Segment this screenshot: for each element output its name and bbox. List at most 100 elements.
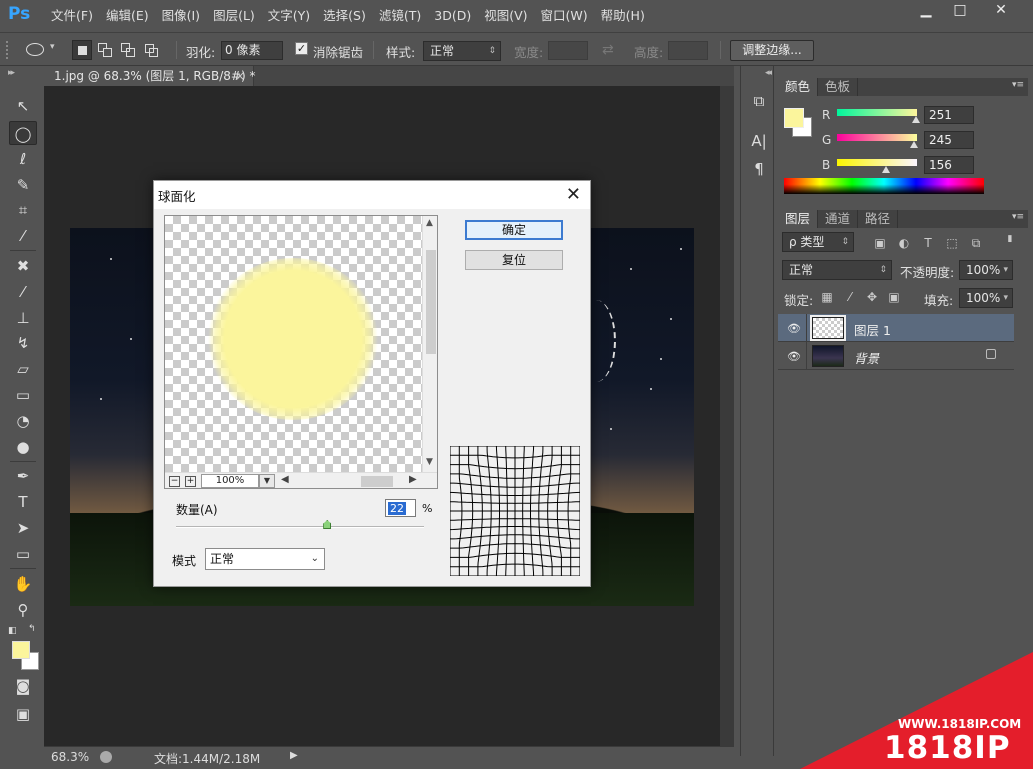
- options-grip-icon[interactable]: [6, 41, 10, 59]
- swap-colors-icon[interactable]: ↰: [28, 624, 36, 634]
- r-value[interactable]: 251: [924, 106, 974, 124]
- move-tool-icon[interactable]: ↖: [9, 94, 37, 118]
- menu-window[interactable]: 窗口(W): [540, 0, 595, 32]
- close-window-button[interactable]: ✕: [979, 0, 1023, 22]
- r-slider[interactable]: [837, 109, 917, 116]
- filter-adjustment-icon[interactable]: ◐: [896, 236, 912, 252]
- b-value[interactable]: 156: [924, 156, 974, 174]
- filter-type-icon[interactable]: T: [920, 236, 936, 252]
- amount-slider[interactable]: [176, 526, 424, 528]
- tool-preset-picker[interactable]: ▾: [22, 40, 62, 60]
- tab-paths[interactable]: 路径: [858, 210, 899, 228]
- gradient-tool-icon[interactable]: ▭: [9, 383, 37, 407]
- tab-layers[interactable]: 图层: [778, 210, 819, 228]
- healing-brush-tool-icon[interactable]: ✖: [9, 254, 37, 278]
- g-value[interactable]: 245: [924, 131, 974, 149]
- type-tool-icon[interactable]: T: [9, 490, 37, 514]
- tab-channels[interactable]: 通道: [818, 210, 859, 228]
- menu-view[interactable]: 视图(V): [483, 0, 534, 32]
- visibility-eye-icon[interactable]: 👁: [787, 350, 801, 363]
- paragraph-panel-icon[interactable]: ¶: [749, 160, 769, 180]
- g-slider[interactable]: [837, 134, 917, 141]
- filter-toggle-icon[interactable]: ▮: [1002, 234, 1018, 250]
- amount-slider-knob[interactable]: [323, 520, 332, 529]
- scroll-right-icon[interactable]: ▶: [409, 474, 417, 485]
- lock-all-icon[interactable]: ▣: [886, 290, 902, 306]
- horizontal-scroll-thumb[interactable]: [361, 476, 393, 487]
- add-selection-button[interactable]: [95, 40, 115, 60]
- panel-menu-icon[interactable]: ▾≡: [1012, 212, 1024, 222]
- layer-name[interactable]: 背景: [854, 348, 879, 367]
- style-select[interactable]: 正常 ⇕: [423, 41, 501, 61]
- ok-button[interactable]: 确定: [465, 220, 563, 240]
- brush-tool-icon[interactable]: ⁄: [9, 280, 37, 304]
- scroll-down-icon[interactable]: ▼: [426, 457, 433, 467]
- filter-preview[interactable]: ▲ ▼ − + 100% ▼ ◀ ▶: [164, 215, 438, 489]
- visibility-eye-icon[interactable]: 👁: [787, 322, 801, 335]
- zoom-in-icon[interactable]: +: [185, 476, 196, 487]
- elliptical-marquee-tool-icon[interactable]: ◯: [9, 121, 37, 145]
- shape-tool-icon[interactable]: ▭: [9, 542, 37, 566]
- layer-name[interactable]: 图层 1: [854, 320, 891, 339]
- refine-edge-button[interactable]: 调整边缘...: [730, 40, 814, 61]
- amount-input[interactable]: 22: [385, 499, 416, 517]
- fill-input[interactable]: 100% ▾: [959, 288, 1013, 308]
- filter-pixel-icon[interactable]: ▣: [872, 236, 888, 252]
- history-panel-icon[interactable]: ⧉: [749, 92, 769, 112]
- document-tab[interactable]: 1.jpg @ 68.3% (图层 1, RGB/8#) * ×: [44, 66, 255, 86]
- subtract-selection-button[interactable]: [118, 40, 138, 60]
- layer-filter-kind[interactable]: ρ 类型 ⇕: [782, 232, 854, 252]
- tab-color[interactable]: 颜色: [778, 78, 819, 96]
- mode-select[interactable]: 正常 ⌄: [205, 548, 325, 570]
- blend-mode-select[interactable]: 正常 ⇕: [782, 260, 892, 280]
- quick-selection-tool-icon[interactable]: ✎: [9, 173, 37, 197]
- opacity-input[interactable]: 100% ▾: [959, 260, 1013, 280]
- collapse-double-arrow-icon[interactable]: ◂◂: [765, 68, 772, 78]
- new-selection-button[interactable]: [72, 40, 92, 60]
- color-spectrum-ramp[interactable]: [784, 178, 984, 194]
- scrollbar-thumb[interactable]: [426, 250, 436, 354]
- dialog-close-icon[interactable]: ✕: [566, 184, 581, 205]
- scroll-left-icon[interactable]: ◀: [281, 474, 289, 485]
- blur-tool-icon[interactable]: ◔: [9, 409, 37, 433]
- tab-swatches[interactable]: 色板: [818, 78, 859, 96]
- b-slider-knob[interactable]: [882, 166, 890, 173]
- collapse-double-arrow-icon[interactable]: ▸▸: [8, 68, 15, 78]
- scroll-up-icon[interactable]: ▲: [426, 218, 433, 228]
- clone-stamp-tool-icon[interactable]: ⊥: [9, 306, 37, 330]
- reset-button[interactable]: 复位: [465, 250, 563, 270]
- dodge-tool-icon[interactable]: ●: [9, 435, 37, 459]
- minimize-button[interactable]: ▁: [911, 0, 941, 22]
- maximize-button[interactable]: □: [945, 0, 975, 22]
- chevron-down-icon[interactable]: ▼: [259, 474, 275, 488]
- hand-tool-icon[interactable]: ✋: [9, 572, 37, 596]
- intersect-selection-button[interactable]: [141, 40, 161, 60]
- status-zoom[interactable]: 68.3%: [51, 750, 89, 764]
- feather-input[interactable]: 0 像素: [221, 41, 283, 60]
- pen-tool-icon[interactable]: ✒: [9, 464, 37, 488]
- g-slider-knob[interactable]: [910, 141, 918, 148]
- crop-tool-icon[interactable]: ⌗: [9, 198, 37, 222]
- menu-edit[interactable]: 编辑(E): [105, 0, 156, 32]
- lock-position-icon[interactable]: ✥: [864, 290, 880, 306]
- filter-smart-object-icon[interactable]: ⧉: [968, 236, 984, 252]
- menu-image[interactable]: 图像(I): [161, 0, 207, 32]
- panel-menu-icon[interactable]: ▾≡: [1012, 80, 1024, 90]
- zoom-tool-icon[interactable]: ⚲: [9, 598, 37, 622]
- menu-type[interactable]: 文字(Y): [267, 0, 317, 32]
- menu-layer[interactable]: 图层(L): [212, 0, 262, 32]
- preview-vertical-scrollbar[interactable]: ▲ ▼: [422, 216, 437, 472]
- status-menu-arrow-icon[interactable]: ▶: [290, 750, 298, 761]
- menu-select[interactable]: 选择(S): [322, 0, 373, 32]
- preview-zoom-value[interactable]: 100%: [201, 474, 259, 488]
- menu-3d[interactable]: 3D(D): [433, 0, 478, 32]
- screen-mode-icon[interactable]: ▣: [9, 702, 37, 726]
- zoom-out-icon[interactable]: −: [169, 476, 180, 487]
- b-slider[interactable]: [837, 159, 917, 166]
- default-colors-icon[interactable]: ◧: [8, 626, 17, 636]
- filter-shape-icon[interactable]: ⬚: [944, 236, 960, 252]
- lasso-tool-icon[interactable]: ℓ: [9, 147, 37, 171]
- quick-mask-icon[interactable]: ◙: [9, 674, 37, 698]
- r-slider-knob[interactable]: [912, 116, 920, 123]
- menu-file[interactable]: 文件(F): [50, 0, 100, 32]
